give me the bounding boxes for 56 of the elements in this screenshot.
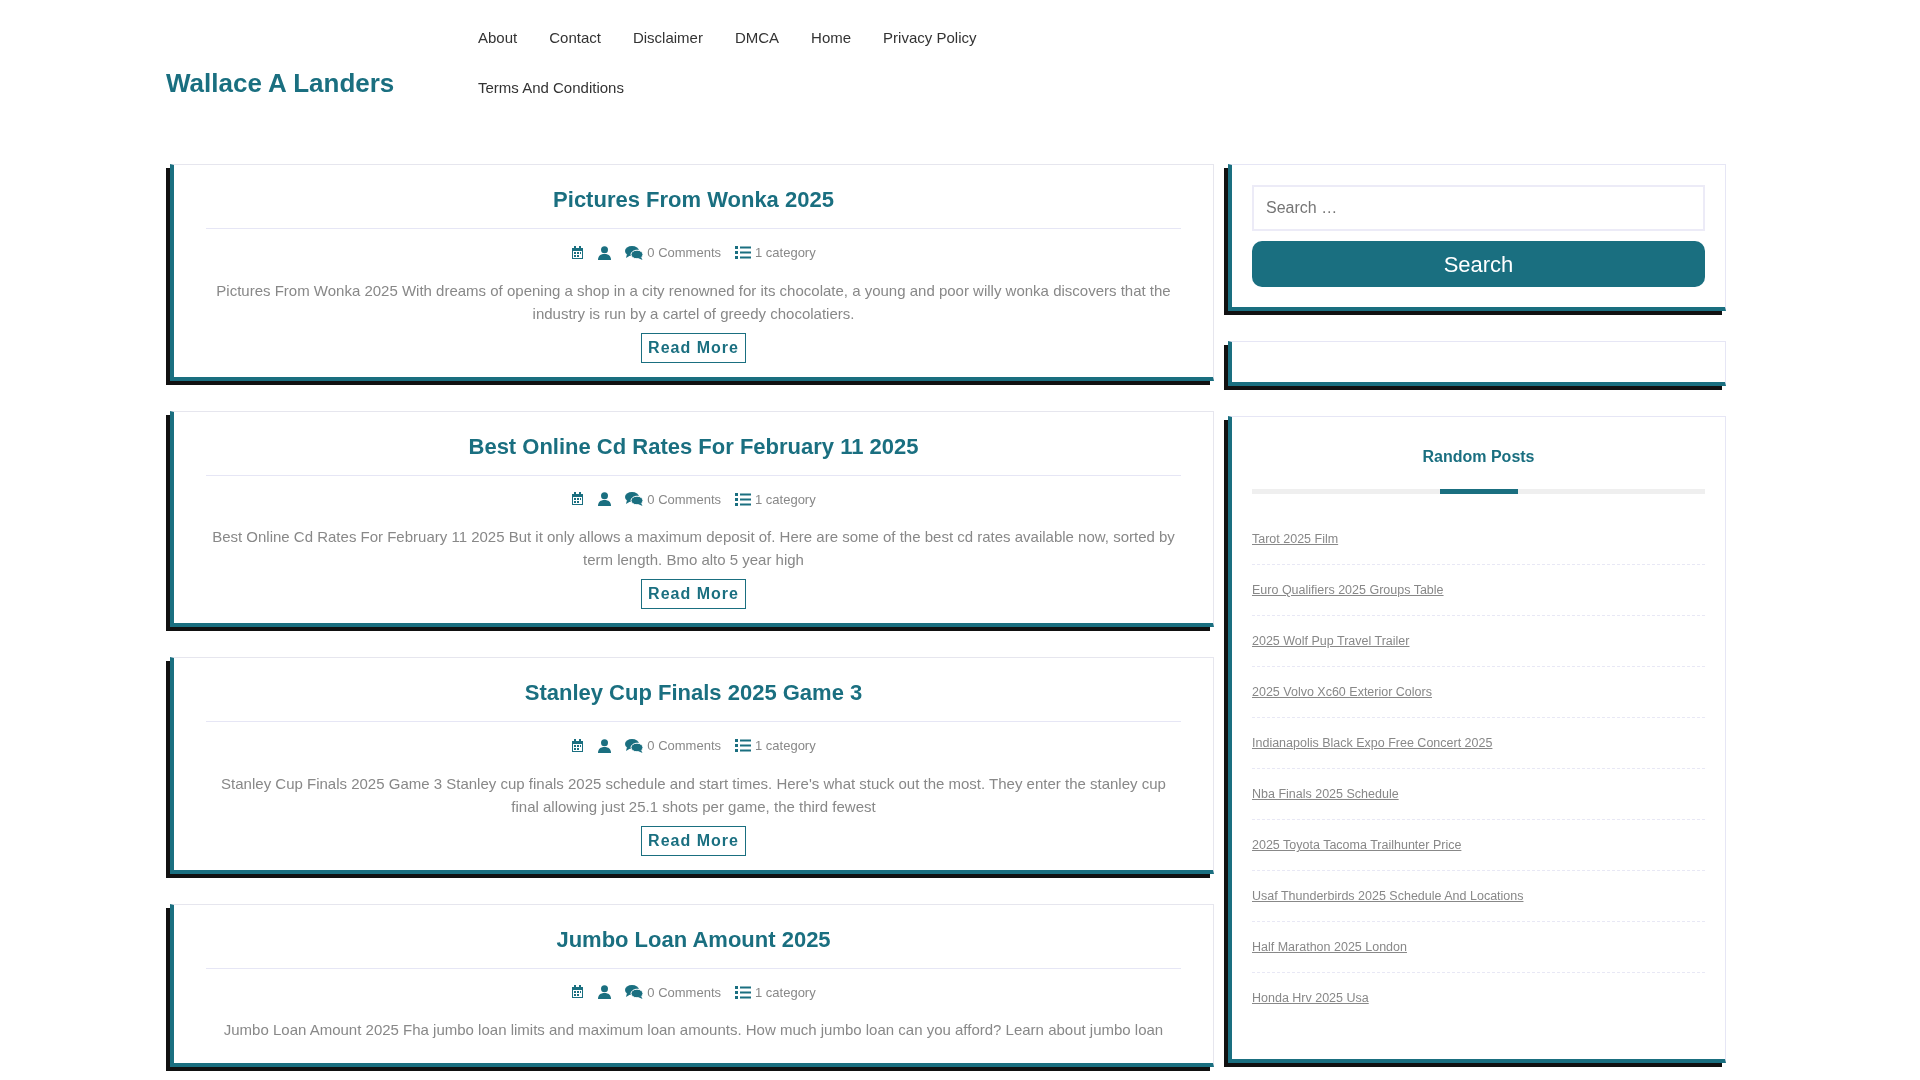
calendar-icon: [571, 245, 585, 260]
nav-link[interactable]: Disclaimer: [632, 13, 719, 63]
post-title[interactable]: Best Online Cd Rates For February 11 2025: [468, 433, 919, 459]
nav-link[interactable]: Home: [811, 13, 868, 63]
category-count: 1 category: [755, 983, 816, 1002]
calendar-icon: [571, 985, 585, 1000]
random-post-link[interactable]: Honda Hrv 2025 Usa: [1252, 989, 1369, 1008]
list-icon: [735, 246, 751, 260]
random-post-link[interactable]: 2025 Wolf Pup Travel Trailer: [1252, 632, 1410, 651]
random-post-link[interactable]: Euro Qualifiers 2025 Groups Table: [1252, 581, 1444, 600]
post-title[interactable]: Pictures From Wonka 2025: [553, 187, 834, 212]
read-more-button[interactable]: Read More: [641, 825, 746, 856]
random-post-link[interactable]: Nba Finals 2025 Schedule: [1252, 785, 1399, 804]
post-excerpt: Pictures From Wonka 2025 With dreams of opening a shop in a city renowned for its chocolate, a young and poor willy wonka discovers that the industry is run by a cartel of greedy chocolatiers.: [215, 280, 1172, 324]
search-field[interactable]: Search …: [1252, 185, 1705, 231]
random-post-link[interactable]: 2025 Volvo Xc60 Exterior Colors: [1252, 683, 1432, 702]
list-icon: [735, 492, 751, 506]
comments-count: 0 Comments: [647, 983, 721, 1002]
category-count: 1 category: [755, 490, 816, 509]
read-more-button[interactable]: Read More: [641, 579, 746, 609]
random-post-link[interactable]: Tarot 2025 Film: [1252, 530, 1339, 549]
random-post-link[interactable]: Usaf Thunderbirds 2025 Schedule And Locations: [1252, 887, 1524, 906]
read-more-button[interactable]: Read More: [641, 332, 746, 363]
random-post-link[interactable]: 2025 Toyota Tacoma Trailhunter Price: [1252, 836, 1462, 855]
nav-link[interactable]: Contact: [549, 13, 617, 63]
post-excerpt: Stanley Cup Finals 2025 Game 3 Stanley cup finals 2025 schedule and start times. Here's what stuck out the most. They enter the stanley cup final allowing just 25.1 shots per game, the third fewest: [220, 773, 1167, 817]
category-count: 1 category: [755, 244, 816, 262]
list-icon: [735, 739, 751, 753]
nav-link[interactable]: About: [478, 13, 534, 63]
nav-link[interactable]: DMCA: [734, 13, 796, 63]
comments-icon: [625, 985, 644, 1000]
calendar-icon: [571, 492, 585, 507]
random-post-link[interactable]: Half Marathon 2025 London: [1252, 938, 1407, 957]
comments-count: 0 Comments: [647, 490, 721, 509]
list-icon: [735, 985, 751, 999]
comments-icon: [625, 738, 644, 753]
post-excerpt: Jumbo Loan Amount 2025 Fha jumbo loan limits and maximum loan amounts. How much jumbo loan can you afford? Learn about jumbo loan: [222, 1020, 1165, 1040]
search-button[interactable]: Search: [1252, 241, 1705, 287]
post-title[interactable]: Stanley Cup Finals 2025 Game 3: [524, 680, 863, 705]
comments-count: 0 Comments: [647, 244, 721, 262]
user-icon: [598, 492, 612, 507]
user-icon: [598, 245, 612, 260]
nav-link[interactable]: Privacy Policy: [883, 13, 993, 63]
post-excerpt: Best Online Cd Rates For February 11 2025 But it only allows a maximum deposit of. Here are some of the best cd rates available now, sorted by term length. Bmo alto 5 year high: [211, 527, 1176, 570]
user-icon: [598, 738, 612, 753]
comments-count: 0 Comments: [647, 737, 721, 755]
category-count: 1 category: [755, 737, 816, 755]
nav-link[interactable]: Terms And Conditions: [478, 63, 640, 113]
site-title[interactable]: Wallace A Landers: [166, 63, 446, 103]
comments-icon: [625, 245, 644, 260]
calendar-icon: [571, 738, 585, 753]
comments-icon: [625, 492, 644, 507]
random-post-link[interactable]: Indianapolis Black Expo Free Concert 2025: [1252, 734, 1493, 753]
widget-title: Random Posts: [1421, 447, 1536, 467]
post-title[interactable]: Jumbo Loan Amount 2025: [556, 926, 831, 952]
user-icon: [598, 985, 612, 1000]
